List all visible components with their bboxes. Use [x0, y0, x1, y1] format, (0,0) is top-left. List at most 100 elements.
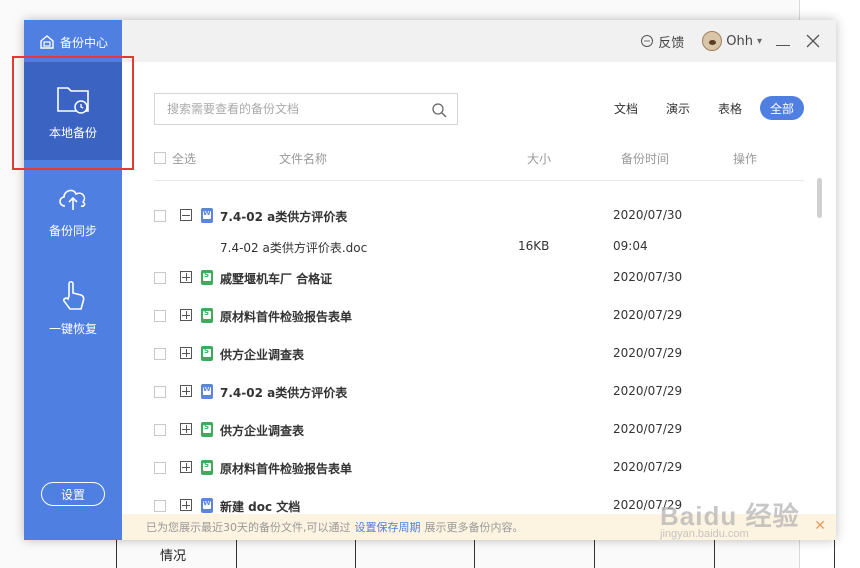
- brand: 备份中心: [38, 32, 108, 52]
- backup-date: 2020/07/29: [613, 308, 683, 322]
- main-content: 文档 演示 表格 全部 全选 文件名称 大小 备份时间 操作 7.4-02 a类…: [122, 62, 836, 540]
- background-table-grid: [116, 538, 836, 568]
- list-scrollbar[interactable]: [817, 178, 822, 218]
- backup-date: 2020/07/30: [613, 208, 683, 222]
- table-row[interactable]: 戚墅堰机车厂 合格证 2020/07/30: [154, 259, 804, 297]
- file-group-name: 戚墅堰机车厂 合格证: [220, 272, 333, 286]
- chevron-down-icon: ▾: [756, 35, 762, 47]
- feedback-button[interactable]: 反馈: [640, 32, 684, 51]
- word-doc-icon: [201, 498, 213, 513]
- backup-file-list: 7.4-02 a类供方评价表 2020/07/30 7.4-02 a类供方评价表…: [154, 180, 804, 520]
- search-icon[interactable]: [431, 102, 447, 118]
- notice-bar: 已为您展示最近30天的备份文件,可以通过 设置保存周期 展示更多备份内容。 ✕: [122, 514, 836, 540]
- sidebar-item-label: 本地备份: [48, 125, 97, 140]
- minimize-button[interactable]: [774, 32, 792, 50]
- row-checkbox[interactable]: [154, 500, 166, 512]
- notice-text-suffix: 展示更多备份内容。: [424, 521, 524, 534]
- notice-text-prefix: 已为您展示最近30天的备份文件,可以通过: [146, 521, 351, 534]
- file-group-name: 供方企业调查表: [220, 348, 305, 362]
- header-actions: 操作: [733, 152, 758, 166]
- spreadsheet-icon: [201, 270, 213, 285]
- filter-documents[interactable]: 文档: [604, 96, 648, 120]
- avatar: [702, 31, 723, 51]
- spreadsheet-icon: [201, 460, 213, 475]
- sidebar-item-label: 一键恢复: [48, 321, 97, 336]
- file-group-name: 7.4-02 a类供方评价表: [220, 386, 348, 400]
- collapse-icon[interactable]: [180, 209, 192, 221]
- settings-button[interactable]: 设置: [41, 482, 105, 506]
- row-checkbox[interactable]: [154, 272, 166, 284]
- row-checkbox[interactable]: [154, 210, 166, 222]
- word-doc-icon: [201, 384, 213, 399]
- backup-center-dialog: 备份中心 本地备份 备份同步 一键恢复 设置 反馈 Ohh ▾ 搜索需要查看的备…: [24, 20, 836, 540]
- file-group-name: 新建 doc 文档: [220, 500, 301, 514]
- table-row[interactable]: 供方企业调查表 2020/07/29: [154, 335, 804, 373]
- backup-date: 2020/07/30: [613, 270, 683, 284]
- type-filters: 文档 演示 表格 全部: [604, 96, 804, 120]
- expand-icon[interactable]: [180, 385, 192, 397]
- folder-clock-icon: [57, 86, 89, 114]
- backup-date: 2020/07/29: [613, 422, 683, 436]
- row-checkbox[interactable]: [154, 348, 166, 360]
- user-menu[interactable]: Ohh ▾: [702, 31, 762, 51]
- file-group-name: 7.4-02 a类供方评价表: [220, 210, 348, 224]
- sidebar-item-one-click-restore[interactable]: 一键恢复: [24, 258, 122, 356]
- file-size: 16KB: [518, 239, 550, 253]
- title-bar: 反馈 Ohh ▾: [122, 20, 836, 62]
- spreadsheet-icon: [201, 346, 213, 361]
- table-header: 全选 文件名称 大小 备份时间 操作: [154, 148, 804, 170]
- background-cell-text: 情况: [160, 549, 187, 564]
- header-select-all: 全选: [172, 152, 197, 166]
- filter-spreadsheets[interactable]: 表格: [708, 96, 752, 120]
- sidebar: 备份中心 本地备份 备份同步 一键恢复 设置: [24, 20, 122, 540]
- table-row[interactable]: 原材料首件检验报告表单 2020/07/29: [154, 297, 804, 335]
- expand-icon[interactable]: [180, 499, 192, 511]
- table-row[interactable]: 供方企业调查表 2020/07/29: [154, 411, 804, 449]
- backup-time: 09:04: [613, 239, 648, 253]
- backup-date: 2020/07/29: [613, 384, 683, 398]
- feedback-label: 反馈: [658, 35, 685, 51]
- header-file-name: 文件名称: [279, 152, 328, 166]
- notice-close-icon[interactable]: ✕: [814, 518, 826, 534]
- backup-logo-icon: [40, 35, 54, 49]
- filter-presentations[interactable]: 演示: [656, 96, 700, 120]
- expand-icon[interactable]: [180, 309, 192, 321]
- backup-file-name: 7.4-02 a类供方评价表.doc: [220, 241, 368, 255]
- search-box: [154, 93, 458, 125]
- select-all-checkbox[interactable]: [154, 152, 166, 164]
- table-row[interactable]: 原材料首件检验报告表单 2020/07/29: [154, 449, 804, 487]
- sidebar-item-local-backup[interactable]: 本地备份: [24, 62, 122, 160]
- expand-icon[interactable]: [180, 271, 192, 283]
- filter-all[interactable]: 全部: [759, 96, 804, 120]
- brand-label: 备份中心: [60, 35, 109, 50]
- row-checkbox[interactable]: [154, 310, 166, 322]
- expand-icon[interactable]: [180, 461, 192, 473]
- close-icon: [806, 34, 820, 48]
- header-size: 大小: [527, 152, 552, 166]
- file-group-name: 原材料首件检验报告表单: [220, 310, 353, 324]
- hand-pointer-icon: [63, 280, 85, 310]
- table-row[interactable]: 7.4-02 a类供方评价表 2020/07/29: [154, 373, 804, 411]
- header-backup-time: 备份时间: [621, 152, 670, 166]
- file-group-name: 供方企业调查表: [220, 424, 305, 438]
- search-input[interactable]: [167, 102, 427, 116]
- row-checkbox[interactable]: [154, 386, 166, 398]
- cloud-upload-icon: [59, 189, 86, 210]
- row-checkbox[interactable]: [154, 424, 166, 436]
- expand-icon[interactable]: [180, 423, 192, 435]
- backup-date: 2020/07/29: [613, 346, 683, 360]
- backup-date: 2020/07/29: [613, 498, 683, 512]
- spreadsheet-icon: [201, 308, 213, 323]
- sidebar-item-label: 备份同步: [48, 223, 97, 238]
- minimize-icon: [776, 44, 790, 46]
- retention-settings-link[interactable]: 设置保存周期: [355, 519, 421, 535]
- row-checkbox[interactable]: [154, 462, 166, 474]
- spreadsheet-icon: [201, 422, 213, 437]
- file-group-name: 原材料首件检验报告表单: [220, 462, 353, 476]
- sidebar-item-backup-sync[interactable]: 备份同步: [24, 160, 122, 258]
- username: Ohh: [726, 33, 753, 49]
- close-button[interactable]: [804, 32, 822, 50]
- expand-icon[interactable]: [180, 347, 192, 359]
- word-doc-icon: [201, 208, 213, 223]
- chat-bubble-icon: [641, 35, 654, 47]
